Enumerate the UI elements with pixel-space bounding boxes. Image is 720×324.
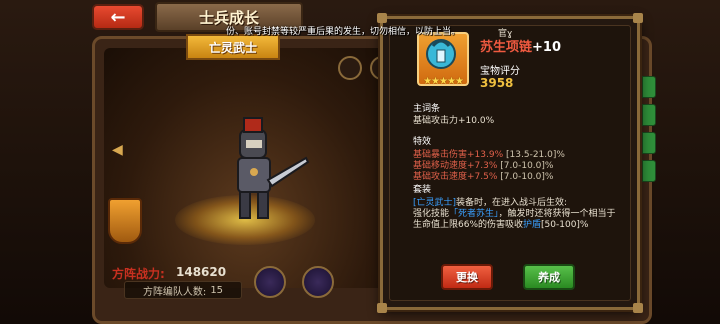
team-count: 方阵编队人数: 15 xyxy=(124,281,242,299)
weapon-slot-orb[interactable] xyxy=(302,266,334,298)
equip-slot-top[interactable] xyxy=(338,56,362,80)
popup-corner xyxy=(633,13,643,23)
power-label: 方阵战力: xyxy=(112,267,165,281)
side-tab-2[interactable] xyxy=(642,104,656,126)
side-tab-1[interactable] xyxy=(642,76,656,98)
swap-button[interactable]: 更换 xyxy=(441,264,493,290)
main-stat: 基础攻击力+10.0% xyxy=(413,116,495,126)
item-level: +10 xyxy=(532,40,561,55)
power-value: 148620 xyxy=(176,265,227,279)
side-tab-4[interactable] xyxy=(642,160,656,182)
prev-unit-arrow-icon[interactable]: ◀ xyxy=(112,142,123,158)
score-value: 3958 xyxy=(480,76,514,90)
score-label: 宝物评分 xyxy=(480,66,520,77)
special-title: 特效 xyxy=(413,137,432,147)
necklace-icon xyxy=(426,39,456,69)
weapon-slot-sword[interactable] xyxy=(254,266,286,298)
arrow-left-icon: ← xyxy=(110,6,126,28)
upgrade-button[interactable]: 养成 xyxy=(523,264,575,290)
unit-rank-badge[interactable] xyxy=(108,198,142,244)
item-name: 苏生项链+10 xyxy=(480,40,561,55)
special-stat: 基础攻击速度+7.5% [7.0-10.0]% xyxy=(413,172,554,182)
anti-fraud-notice: 份、账号封禁等较严重后果的发生，切勿相信，以防上当。 xyxy=(226,27,461,37)
popup-corner xyxy=(633,303,643,313)
set-title: 套装 xyxy=(413,185,432,195)
undead-warrior-sprite xyxy=(237,117,310,219)
side-tab-3[interactable] xyxy=(642,132,656,154)
popup-corner xyxy=(377,303,387,313)
popup-corner xyxy=(377,13,387,23)
back-button[interactable]: ← xyxy=(92,4,144,30)
item-stars: ★★★★★ xyxy=(423,76,464,87)
set-line: 生命值上限66%的伤害吸收护盾[50-100]% xyxy=(413,220,589,230)
